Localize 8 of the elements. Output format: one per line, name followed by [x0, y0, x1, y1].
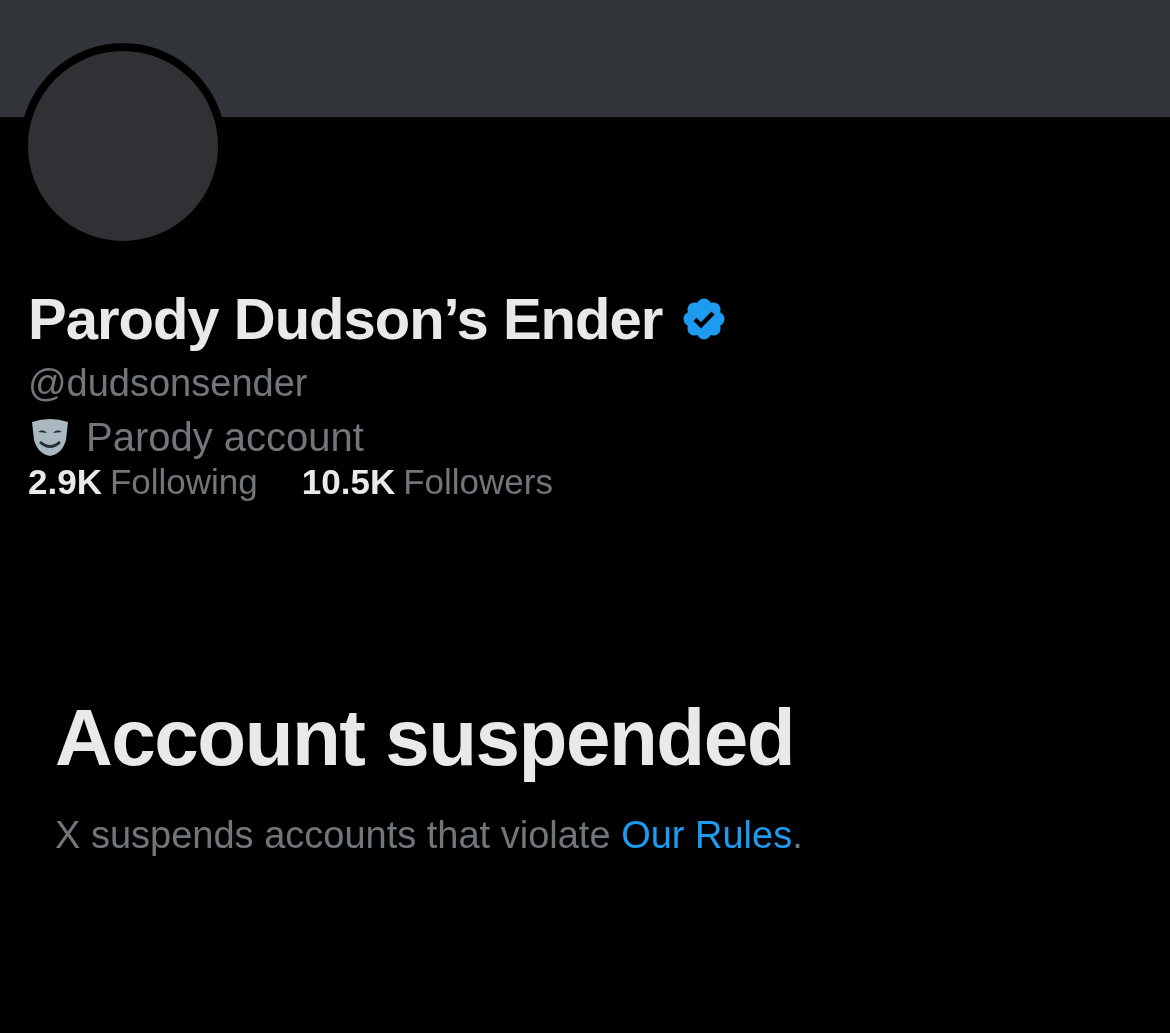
follow-stat-link[interactable]: 2.9K Following	[28, 462, 258, 502]
parody-label: Parody account	[86, 415, 364, 460]
follow-stat-link[interactable]: 10.5K Followers	[301, 462, 553, 502]
display-name: Parody Dudson’s Ender	[28, 285, 663, 352]
username-handle: @dudsonsender	[28, 362, 309, 405]
suspended-heading: Account suspended	[55, 692, 796, 784]
suspension-message: X suspends accounts that violate Our Rules.	[55, 814, 804, 857]
rules-link[interactable]: Our Rules	[621, 814, 793, 856]
